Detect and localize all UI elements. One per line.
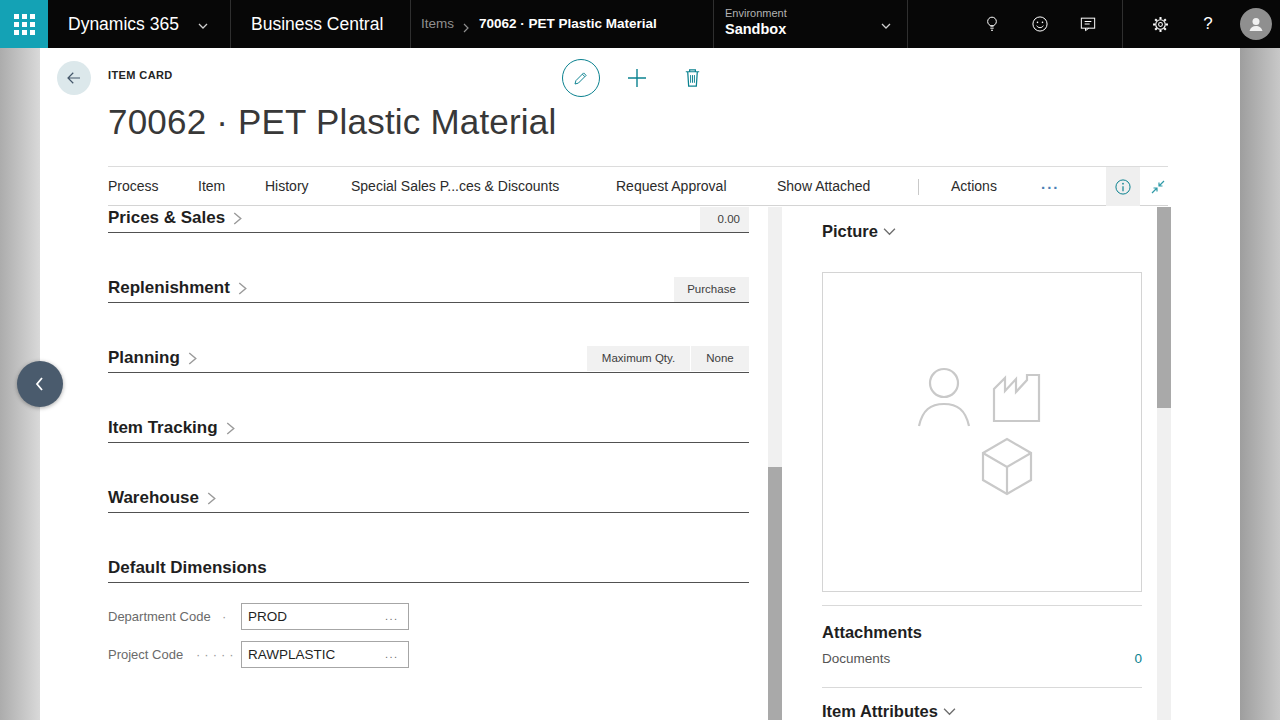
message-feedback-icon[interactable] xyxy=(1076,12,1100,36)
page-title: 70062 · PET Plastic Material xyxy=(108,102,556,142)
department-code-field[interactable] xyxy=(241,603,409,630)
tab-request-approval[interactable]: Request Approval xyxy=(616,167,727,206)
section-default-dimensions: Default Dimensions xyxy=(108,557,267,579)
action-menu-bar: Process Item History Special Sales P...c… xyxy=(108,166,1168,206)
settings-gear-icon[interactable] xyxy=(1148,12,1172,36)
left-pane-scrollbar-thumb[interactable] xyxy=(768,467,782,720)
environment-value[interactable]: Sandbox xyxy=(725,21,786,37)
topbar-divider xyxy=(713,0,714,48)
assist-edit-icon[interactable]: ... xyxy=(385,641,405,668)
topbar-divider xyxy=(907,0,908,48)
section-planning[interactable]: Planning xyxy=(108,347,198,369)
picture-section-header[interactable]: Picture xyxy=(822,222,896,241)
chevron-down-icon[interactable] xyxy=(880,18,892,36)
section-warehouse[interactable]: Warehouse xyxy=(108,487,217,509)
back-button[interactable] xyxy=(57,61,91,95)
section-underline xyxy=(108,372,749,373)
topbar-divider xyxy=(410,0,411,48)
item-card-page: Dynamics 365 Business Central Items 7006… xyxy=(0,0,1280,720)
tab-show-attached[interactable]: Show Attached xyxy=(777,167,870,206)
tab-special-sales-prices-discounts[interactable]: Special Sales P...ces & Discounts xyxy=(351,167,559,206)
attachments-section-header: Attachments xyxy=(822,623,922,642)
section-underline xyxy=(108,582,749,583)
lightbulb-icon[interactable] xyxy=(980,12,1004,36)
collapse-header-icon[interactable] xyxy=(1148,177,1168,197)
project-code-field[interactable] xyxy=(241,641,409,668)
smiley-feedback-icon[interactable] xyxy=(1028,12,1052,36)
unit-price-badge[interactable]: 0.00 xyxy=(700,207,749,232)
section-item-tracking[interactable]: Item Tracking xyxy=(108,417,236,439)
documents-count-link[interactable]: 0 xyxy=(822,651,1142,666)
tab-process[interactable]: Process xyxy=(108,167,159,206)
new-button[interactable] xyxy=(625,66,649,90)
app-launcher-button[interactable] xyxy=(0,0,48,48)
label-leader-dots xyxy=(196,641,238,668)
breadcrumb-current-page: 70062 · PET Plastic Material xyxy=(479,0,657,48)
reordering-policy-badge[interactable]: Maximum Qty. xyxy=(587,346,690,371)
assist-edit-icon[interactable]: ... xyxy=(385,603,405,630)
item-attributes-section-header[interactable]: Item Attributes xyxy=(822,702,956,720)
divider xyxy=(822,687,1142,688)
waffle-icon xyxy=(14,14,35,35)
menu-divider xyxy=(918,179,919,195)
help-icon[interactable]: ? xyxy=(1196,12,1220,36)
item-picture-placeholder[interactable] xyxy=(822,272,1142,592)
section-underline xyxy=(108,232,749,233)
collapse-panel-button[interactable] xyxy=(17,361,63,407)
tab-history[interactable]: History xyxy=(265,167,309,206)
top-navigation-bar: Dynamics 365 Business Central Items 7006… xyxy=(0,0,1280,48)
section-underline xyxy=(108,442,749,443)
department-code-label: Department Code xyxy=(108,603,211,630)
section-prices-and-sales[interactable]: Prices & Sales xyxy=(108,207,243,229)
replenishment-system-badge[interactable]: Purchase xyxy=(674,277,749,302)
section-replenishment[interactable]: Replenishment xyxy=(108,277,248,299)
topbar-divider xyxy=(230,0,231,48)
section-underline xyxy=(108,302,749,303)
label-leader-dots xyxy=(222,603,230,630)
environment-label: Environment xyxy=(725,7,787,19)
page-type-label: ITEM CARD xyxy=(108,69,173,81)
tab-actions[interactable]: Actions xyxy=(951,167,997,206)
right-pane-scrollbar-thumb[interactable] xyxy=(1157,207,1171,408)
edit-button[interactable] xyxy=(562,59,600,97)
breadcrumb-items-link[interactable]: Items xyxy=(421,0,454,48)
chevron-down-icon xyxy=(197,18,209,36)
more-options-button[interactable]: ... xyxy=(1041,167,1060,206)
project-code-label: Project Code xyxy=(108,641,183,668)
divider xyxy=(822,605,1142,606)
section-underline xyxy=(108,512,749,513)
dynamics-365-menu[interactable]: Dynamics 365 xyxy=(68,0,179,48)
reserve-badge[interactable]: None xyxy=(691,346,749,371)
tab-item[interactable]: Item xyxy=(198,167,225,206)
info-panel-button[interactable] xyxy=(1106,167,1140,206)
topbar-divider xyxy=(1122,0,1123,48)
page-background-right xyxy=(1240,48,1280,720)
delete-button[interactable] xyxy=(681,66,704,89)
user-avatar[interactable] xyxy=(1240,8,1272,40)
chevron-right-icon xyxy=(461,19,471,37)
product-name[interactable]: Business Central xyxy=(251,0,383,48)
